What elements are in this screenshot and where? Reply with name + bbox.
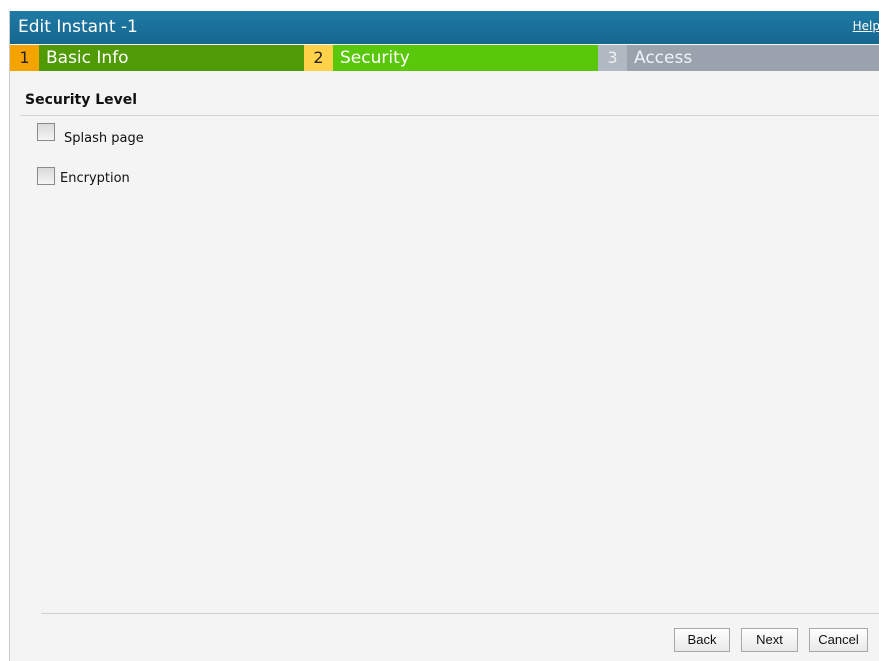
section-divider — [20, 115, 879, 116]
encryption-checkbox[interactable] — [37, 167, 55, 185]
wizard-steps: 1 Basic Info 2 Security 3 Access — [10, 45, 879, 71]
step-number: 2 — [304, 45, 333, 71]
step-label: Basic Info — [39, 45, 304, 71]
step-number: 1 — [10, 45, 39, 71]
edit-dialog: Edit Instant -1 Help 1 Basic Info 2 Secu… — [9, 11, 879, 661]
splash-page-checkbox[interactable] — [37, 123, 55, 141]
step-basic-info[interactable]: 1 Basic Info — [10, 45, 304, 71]
footer-divider — [41, 613, 879, 614]
step-access[interactable]: 3 Access — [598, 45, 879, 71]
encryption-label: Encryption — [60, 171, 130, 186]
dialog-titlebar: Edit Instant -1 Help — [10, 11, 879, 44]
step-label: Security — [333, 45, 598, 71]
cancel-button[interactable]: Cancel — [809, 628, 868, 652]
dialog-title: Edit Instant -1 — [18, 17, 138, 37]
help-link[interactable]: Help — [853, 19, 879, 33]
splash-page-label: Splash page — [64, 131, 144, 146]
step-label: Access — [627, 45, 879, 71]
section-title: Security Level — [25, 92, 138, 108]
step-security[interactable]: 2 Security — [304, 45, 598, 71]
step-number: 3 — [598, 45, 627, 71]
back-button[interactable]: Back — [674, 628, 730, 652]
next-button[interactable]: Next — [741, 628, 798, 652]
